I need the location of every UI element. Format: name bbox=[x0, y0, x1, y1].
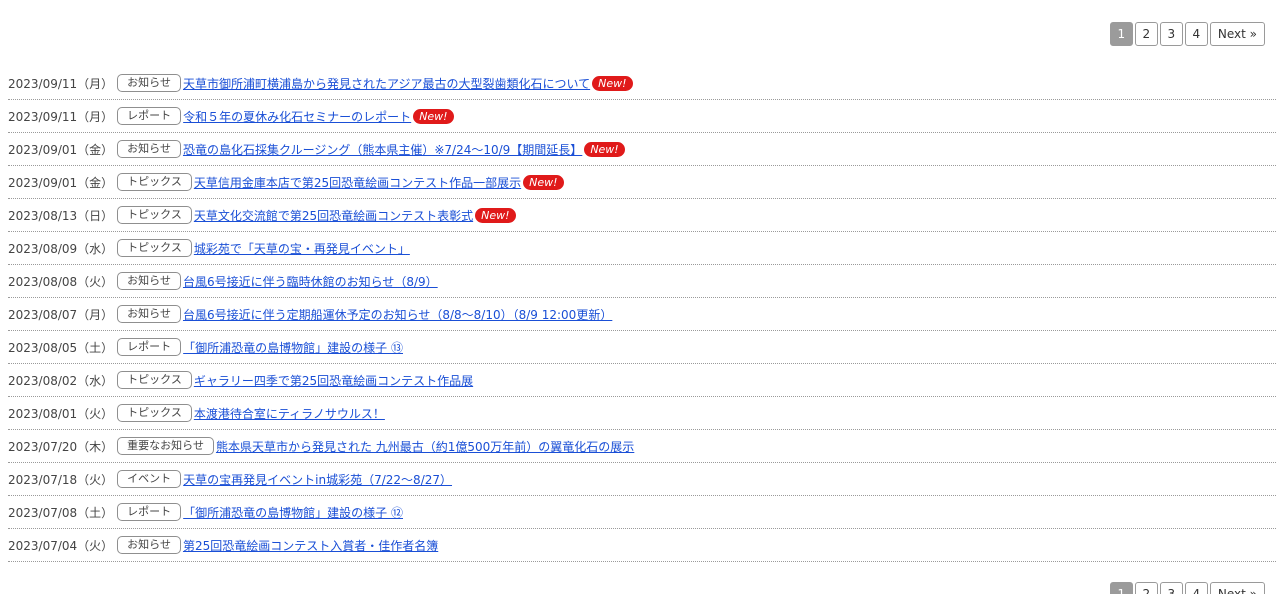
page-4-button[interactable]: 4 bbox=[1184, 582, 1208, 594]
news-category-badge: お知らせ bbox=[117, 536, 181, 554]
news-category-badge: トピックス bbox=[117, 371, 192, 389]
next-page-button[interactable]: Next » bbox=[1209, 22, 1265, 46]
page-3-button[interactable]: 3 bbox=[1159, 582, 1183, 594]
news-item: 2023/07/18（火） イベント 天草の宝再発見イベントin城彩苑（7/22〜8… bbox=[8, 463, 1276, 496]
news-title-link[interactable]: 台風6号接近に伴う臨時休館のお知らせ（8/9） bbox=[183, 273, 438, 290]
news-category-badge: イベント bbox=[117, 470, 182, 488]
new-badge: New! bbox=[584, 141, 625, 157]
news-title-link[interactable]: 天草の宝再発見イベントin城彩苑（7/22〜8/27） bbox=[183, 471, 452, 488]
news-item: 2023/08/01（火） トピックス 本渡港待合室にティラノサウルス！ bbox=[8, 397, 1276, 430]
news-item: 2023/07/20（木） 重要なお知らせ 熊本県天草市から発見された 九州最古（約… bbox=[8, 430, 1276, 463]
news-title-link[interactable]: 熊本県天草市から発見された 九州最古（約1億500万年前）の翼竜化石の展示 bbox=[216, 438, 634, 455]
news-date: 2023/09/11（月） bbox=[8, 76, 114, 91]
news-title-link[interactable]: 本渡港待合室にティラノサウルス！ bbox=[194, 405, 385, 422]
news-category-badge: お知らせ bbox=[117, 305, 181, 323]
news-date: 2023/07/18（火） bbox=[8, 472, 114, 487]
page-2-button[interactable]: 2 bbox=[1134, 22, 1158, 46]
news-title-link[interactable]: 天草信用金庫本店で第25回恐竜絵画コンテスト作品一部展示 bbox=[194, 174, 521, 191]
news-date: 2023/08/01（火） bbox=[8, 406, 114, 421]
news-date: 2023/07/04（火） bbox=[8, 538, 114, 553]
news-title-link[interactable]: ギャラリー四季で第25回恐竜絵画コンテスト作品展 bbox=[194, 372, 473, 389]
news-date: 2023/08/02（水） bbox=[8, 373, 114, 388]
pagination-bottom: 1 2 3 4 Next » bbox=[1109, 582, 1265, 594]
page-4-button[interactable]: 4 bbox=[1184, 22, 1208, 46]
news-title-link[interactable]: 天草文化交流館で第25回恐竜絵画コンテスト表彰式 bbox=[194, 207, 473, 224]
news-title-link[interactable]: 城彩苑で「天草の宝・再発見イベント」 bbox=[194, 240, 410, 257]
news-item: 2023/08/05（土） レポート 「御所浦恐竜の島博物館」建設の様子 ⑬ bbox=[8, 331, 1276, 364]
news-category-badge: お知らせ bbox=[117, 74, 181, 92]
news-date: 2023/07/20（木） bbox=[8, 439, 114, 454]
news-title-link[interactable]: 天草市御所浦町横浦島から発見されたアジア最古の大型裂歯類化石について bbox=[183, 75, 590, 92]
news-title-link[interactable]: 恐竜の島化石採集クルージング（熊本県主催）※7/24〜10/9【期間延長】 bbox=[183, 141, 582, 158]
news-item: 2023/07/08（土） レポート 「御所浦恐竜の島博物館」建設の様子 ⑫ bbox=[8, 496, 1276, 529]
news-page: 1 2 3 4 Next » 2023/09/11（月） お知らせ 天草市御所浦町横… bbox=[0, 0, 1284, 594]
news-title-link[interactable]: 第25回恐竜絵画コンテスト入賞者・佳作者名簿 bbox=[183, 537, 438, 554]
news-item: 2023/08/07（月） お知らせ 台風6号接近に伴う定期船運休予定のお知らせ（8… bbox=[8, 298, 1276, 331]
news-item: 2023/08/13（日） トピックス 天草文化交流館で第25回恐竜絵画コンテスト表… bbox=[8, 199, 1276, 232]
news-item: 2023/09/11（月） レポート 令和５年の夏休み化石セミナーのレポート New! bbox=[8, 100, 1276, 133]
page-3-button[interactable]: 3 bbox=[1159, 22, 1183, 46]
news-date: 2023/08/07（月） bbox=[8, 307, 114, 322]
news-date: 2023/08/08（火） bbox=[8, 274, 114, 289]
news-date: 2023/08/05（土） bbox=[8, 340, 114, 355]
page-1-button[interactable]: 1 bbox=[1109, 582, 1133, 594]
news-date: 2023/08/13（日） bbox=[8, 208, 114, 223]
news-date: 2023/07/08（土） bbox=[8, 505, 114, 520]
news-item: 2023/08/08（火） お知らせ 台風6号接近に伴う臨時休館のお知らせ（8/9） bbox=[8, 265, 1276, 298]
news-item: 2023/09/11（月） お知らせ 天草市御所浦町横浦島から発見されたアジア最古の… bbox=[8, 67, 1276, 100]
news-title-link[interactable]: 「御所浦恐竜の島博物館」建設の様子 ⑬ bbox=[183, 339, 403, 356]
news-category-badge: お知らせ bbox=[117, 272, 181, 290]
new-badge: New! bbox=[592, 75, 633, 91]
news-category-badge: トピックス bbox=[117, 239, 192, 257]
next-page-button[interactable]: Next » bbox=[1209, 582, 1265, 594]
news-category-badge: お知らせ bbox=[117, 140, 181, 158]
news-item: 2023/08/09（水） トピックス 城彩苑で「天草の宝・再発見イベント」 bbox=[8, 232, 1276, 265]
page-1-button[interactable]: 1 bbox=[1109, 22, 1133, 46]
news-item: 2023/09/01（金） トピックス 天草信用金庫本店で第25回恐竜絵画コンテスト… bbox=[8, 166, 1276, 199]
news-category-badge: レポート bbox=[117, 107, 182, 125]
pagination-top: 1 2 3 4 Next » bbox=[1109, 22, 1265, 46]
news-item: 2023/07/04（火） お知らせ 第25回恐竜絵画コンテスト入賞者・佳作者名簿 bbox=[8, 529, 1276, 562]
news-category-badge: トピックス bbox=[117, 173, 192, 191]
news-category-badge: 重要なお知らせ bbox=[117, 437, 214, 455]
news-title-link[interactable]: 台風6号接近に伴う定期船運休予定のお知らせ（8/8〜8/10）（8/9 12:0… bbox=[183, 306, 612, 323]
news-item: 2023/08/02（水） トピックス ギャラリー四季で第25回恐竜絵画コンテスト作… bbox=[8, 364, 1276, 397]
new-badge: New! bbox=[475, 207, 516, 223]
news-category-badge: トピックス bbox=[117, 404, 192, 422]
news-date: 2023/09/11（月） bbox=[8, 109, 114, 124]
news-category-badge: トピックス bbox=[117, 206, 192, 224]
new-badge: New! bbox=[413, 108, 454, 124]
news-category-badge: レポート bbox=[117, 503, 182, 521]
news-category-badge: レポート bbox=[117, 338, 182, 356]
page-2-button[interactable]: 2 bbox=[1134, 582, 1158, 594]
news-title-link[interactable]: 令和５年の夏休み化石セミナーのレポート bbox=[183, 108, 411, 125]
news-title-link[interactable]: 「御所浦恐竜の島博物館」建設の様子 ⑫ bbox=[183, 504, 403, 521]
news-date: 2023/09/01（金） bbox=[8, 142, 114, 157]
news-list: 2023/09/11（月） お知らせ 天草市御所浦町横浦島から発見されたアジア最古の… bbox=[8, 67, 1276, 562]
news-date: 2023/09/01（金） bbox=[8, 175, 114, 190]
news-item: 2023/09/01（金） お知らせ 恐竜の島化石採集クルージング（熊本県主催）※7… bbox=[8, 133, 1276, 166]
news-date: 2023/08/09（水） bbox=[8, 241, 114, 256]
new-badge: New! bbox=[523, 174, 564, 190]
